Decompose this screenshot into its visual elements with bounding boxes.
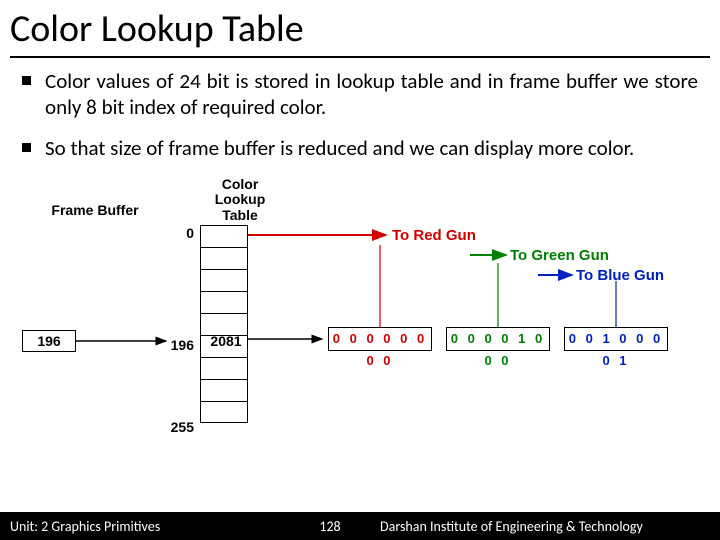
clut-value: 2081 bbox=[204, 333, 248, 349]
green-bits-box: 0 0 0 0 1 0 0 0 bbox=[446, 327, 550, 351]
clut-row bbox=[201, 226, 247, 248]
clut-row bbox=[201, 402, 247, 424]
blue-gun-label: To Blue Gun bbox=[576, 267, 664, 284]
bullet-text: Color values of 24 bit is stored in look… bbox=[45, 68, 698, 121]
red-bits-box: 0 0 0 0 0 0 0 0 bbox=[328, 327, 432, 351]
footer-unit: Unit: 2 Graphics Primitives bbox=[0, 518, 300, 535]
clut-index-196: 196 bbox=[168, 337, 196, 353]
clut-row bbox=[201, 358, 247, 380]
clut-row bbox=[201, 380, 247, 402]
clut-row bbox=[201, 248, 247, 270]
footer-page: 128 bbox=[300, 518, 360, 535]
page-title: Color Lookup Table bbox=[0, 0, 720, 54]
clut-index-0: 0 bbox=[168, 225, 196, 241]
bullet-square-icon bbox=[22, 143, 31, 152]
bullet-1: Color values of 24 bit is stored in look… bbox=[22, 68, 698, 121]
clut-index-column: 0 196 255 bbox=[168, 225, 196, 435]
footer-org: Darshan Institute of Engineering & Techn… bbox=[360, 518, 720, 535]
bullet-text: So that size of frame buffer is reduced … bbox=[45, 135, 634, 161]
clut-row bbox=[201, 292, 247, 314]
clut-index-255: 255 bbox=[168, 419, 196, 435]
frame-buffer-cell: 196 bbox=[22, 330, 76, 352]
green-gun-label: To Green Gun bbox=[510, 247, 609, 264]
slide: Color Lookup Table Color values of 24 bi… bbox=[0, 0, 720, 540]
bullet-2: So that size of frame buffer is reduced … bbox=[22, 135, 698, 161]
frame-buffer-label: Frame Buffer bbox=[40, 203, 150, 218]
diagram: Frame Buffer Color Lookup Table 196 0 19… bbox=[22, 175, 698, 435]
footer: Unit: 2 Graphics Primitives 128 Darshan … bbox=[0, 512, 720, 540]
clut-table bbox=[200, 225, 248, 423]
bullet-square-icon bbox=[22, 76, 31, 85]
red-gun-label: To Red Gun bbox=[392, 227, 476, 244]
blue-bits-box: 0 0 1 0 0 0 0 1 bbox=[564, 327, 668, 351]
body: Color values of 24 bit is stored in look… bbox=[0, 58, 720, 435]
clut-row bbox=[201, 270, 247, 292]
clut-label: Color Lookup Table bbox=[200, 177, 280, 223]
